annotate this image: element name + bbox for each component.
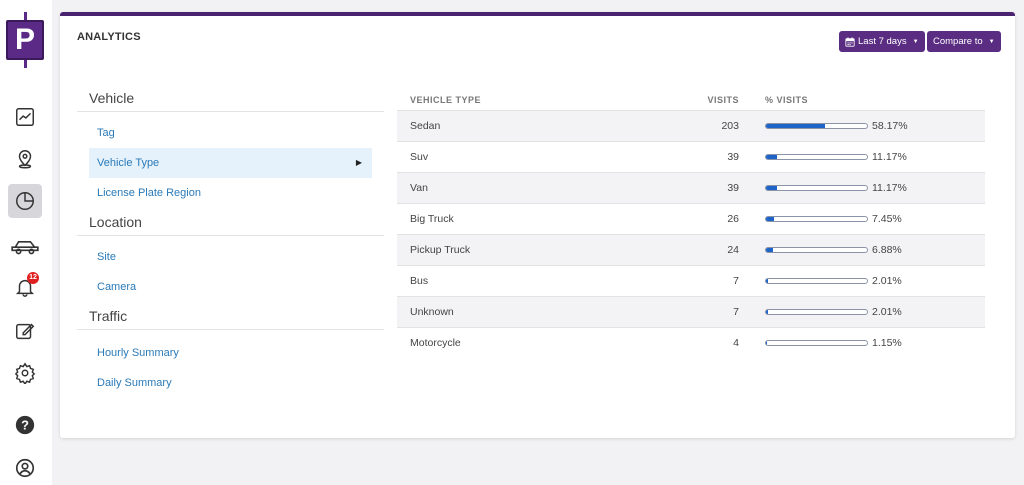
cell-percent-visits: 58.17%: [739, 120, 908, 132]
table-row: Pickup Truck 24 6.88%: [397, 234, 985, 265]
cell-vehicle-type: Bus: [410, 275, 429, 287]
cell-visits: 26: [727, 213, 739, 225]
nav-location-pin-icon[interactable]: [8, 142, 42, 176]
menu-item-label: Vehicle Type: [97, 157, 160, 169]
percent-label: 2.01%: [872, 306, 902, 318]
cell-visits: 203: [721, 120, 739, 132]
menu-section-traffic: Traffic: [77, 302, 384, 330]
page-title: ANALYTICS: [77, 31, 141, 43]
menu-item-tag[interactable]: Tag: [77, 118, 384, 148]
logo-post-bottom: [24, 60, 27, 68]
menu-section-vehicle: Vehicle: [77, 84, 384, 112]
percent-progress-bar: [765, 185, 868, 191]
progress-fill: [766, 155, 778, 159]
app-logo[interactable]: P: [5, 12, 45, 68]
progress-fill: [766, 279, 769, 283]
table-row: Van 39 11.17%: [397, 172, 985, 203]
table-row: Suv 39 11.17%: [397, 141, 985, 172]
percent-progress-bar: [765, 247, 868, 253]
percent-progress-bar: [765, 340, 868, 346]
nav-settings-gear-icon[interactable]: [8, 356, 42, 390]
percent-label: 7.45%: [872, 213, 902, 225]
menu-item-license-plate-region[interactable]: License Plate Region: [77, 178, 384, 208]
percent-label: 6.88%: [872, 244, 902, 256]
percent-label: 2.01%: [872, 275, 902, 287]
nav-user-profile-icon[interactable]: [8, 451, 42, 485]
cell-vehicle-type: Van: [410, 182, 428, 194]
cell-visits: 4: [733, 337, 739, 349]
cell-percent-visits: 11.17%: [739, 151, 907, 163]
cell-visits: 7: [733, 306, 739, 318]
nav-notifications-bell-icon[interactable]: 12: [8, 270, 42, 304]
percent-label: 58.17%: [872, 120, 908, 132]
nav-edit-icon[interactable]: [8, 314, 42, 348]
cell-vehicle-type: Big Truck: [410, 213, 454, 225]
nav-analytics-pie-icon[interactable]: [8, 184, 42, 218]
cell-vehicle-type: Sedan: [410, 120, 441, 132]
menu-item-hourly-summary[interactable]: Hourly Summary: [77, 338, 384, 368]
menu-item-vehicle-type[interactable]: Vehicle Type ▶: [89, 148, 372, 178]
svg-text:?: ?: [21, 418, 29, 433]
progress-fill: [766, 124, 825, 128]
analytics-card: ANALYTICS Last 7 days ▼ Compare to ▼ Veh…: [60, 12, 1015, 438]
percent-progress-bar: [765, 154, 868, 160]
cell-percent-visits: 2.01%: [739, 306, 902, 318]
cell-visits: 39: [727, 151, 739, 163]
logo-post-top: [24, 12, 27, 20]
menu-section-location: Location: [77, 208, 384, 236]
caret-down-icon: ▼: [988, 38, 995, 45]
header-visits[interactable]: VISITS: [677, 95, 739, 105]
percent-progress-bar: [765, 309, 868, 315]
progress-fill: [766, 186, 778, 190]
cell-percent-visits: 1.15%: [739, 337, 902, 349]
nav-vehicle-car-icon[interactable]: [8, 228, 42, 262]
logo-letter: P: [6, 20, 44, 60]
menu-item-daily-summary[interactable]: Daily Summary: [77, 368, 384, 398]
cell-visits: 39: [727, 182, 739, 194]
percent-progress-bar: [765, 278, 868, 284]
date-range-label: Last 7 days: [858, 36, 907, 47]
cell-vehicle-type: Suv: [410, 151, 429, 163]
cell-percent-visits: 11.17%: [739, 182, 907, 194]
compare-to-label: Compare to: [933, 36, 983, 47]
progress-fill: [766, 341, 768, 345]
percent-label: 11.17%: [872, 151, 907, 163]
cell-percent-visits: 7.45%: [739, 213, 902, 225]
percent-progress-bar: [765, 216, 868, 222]
report-menu: Vehicle Tag Vehicle Type ▶ License Plate…: [77, 84, 384, 398]
table-row: Motorcycle 4 1.15%: [397, 327, 985, 358]
percent-label: 11.17%: [872, 182, 907, 194]
sidebar: P 12 ?: [0, 0, 52, 485]
table-header: VEHICLE TYPE VISITS % VISITS: [397, 90, 985, 110]
calendar-icon: [845, 36, 855, 47]
table-row: Bus 7 2.01%: [397, 265, 985, 296]
progress-fill: [766, 217, 774, 221]
percent-progress-bar: [765, 123, 868, 129]
caret-right-icon: ▶: [355, 158, 362, 167]
table-row: Sedan 203 58.17%: [397, 110, 985, 141]
cell-percent-visits: 2.01%: [739, 275, 902, 287]
notification-badge: 12: [27, 272, 39, 284]
menu-item-site[interactable]: Site: [77, 242, 384, 272]
cell-vehicle-type: Pickup Truck: [410, 244, 471, 256]
nav-dashboard-chart-icon[interactable]: [8, 100, 42, 134]
progress-fill: [766, 248, 773, 252]
header-percent-visits[interactable]: % VISITS: [739, 95, 808, 105]
menu-item-camera[interactable]: Camera: [77, 272, 384, 302]
percent-label: 1.15%: [872, 337, 902, 349]
date-range-button[interactable]: Last 7 days ▼: [839, 31, 925, 52]
nav-help-icon[interactable]: ?: [8, 408, 42, 442]
cell-visits: 7: [733, 275, 739, 287]
cell-vehicle-type: Unknown: [410, 306, 454, 318]
table-row: Big Truck 26 7.45%: [397, 203, 985, 234]
table-row: Unknown 7 2.01%: [397, 296, 985, 327]
cell-percent-visits: 6.88%: [739, 244, 902, 256]
caret-down-icon: ▼: [912, 38, 919, 45]
cell-vehicle-type: Motorcycle: [410, 337, 461, 349]
cell-visits: 24: [727, 244, 739, 256]
progress-fill: [766, 310, 769, 314]
header-vehicle-type[interactable]: VEHICLE TYPE: [397, 95, 677, 105]
compare-to-button[interactable]: Compare to ▼: [927, 31, 1001, 52]
vehicle-type-table: VEHICLE TYPE VISITS % VISITS Sedan 203 58.…: [397, 90, 985, 358]
